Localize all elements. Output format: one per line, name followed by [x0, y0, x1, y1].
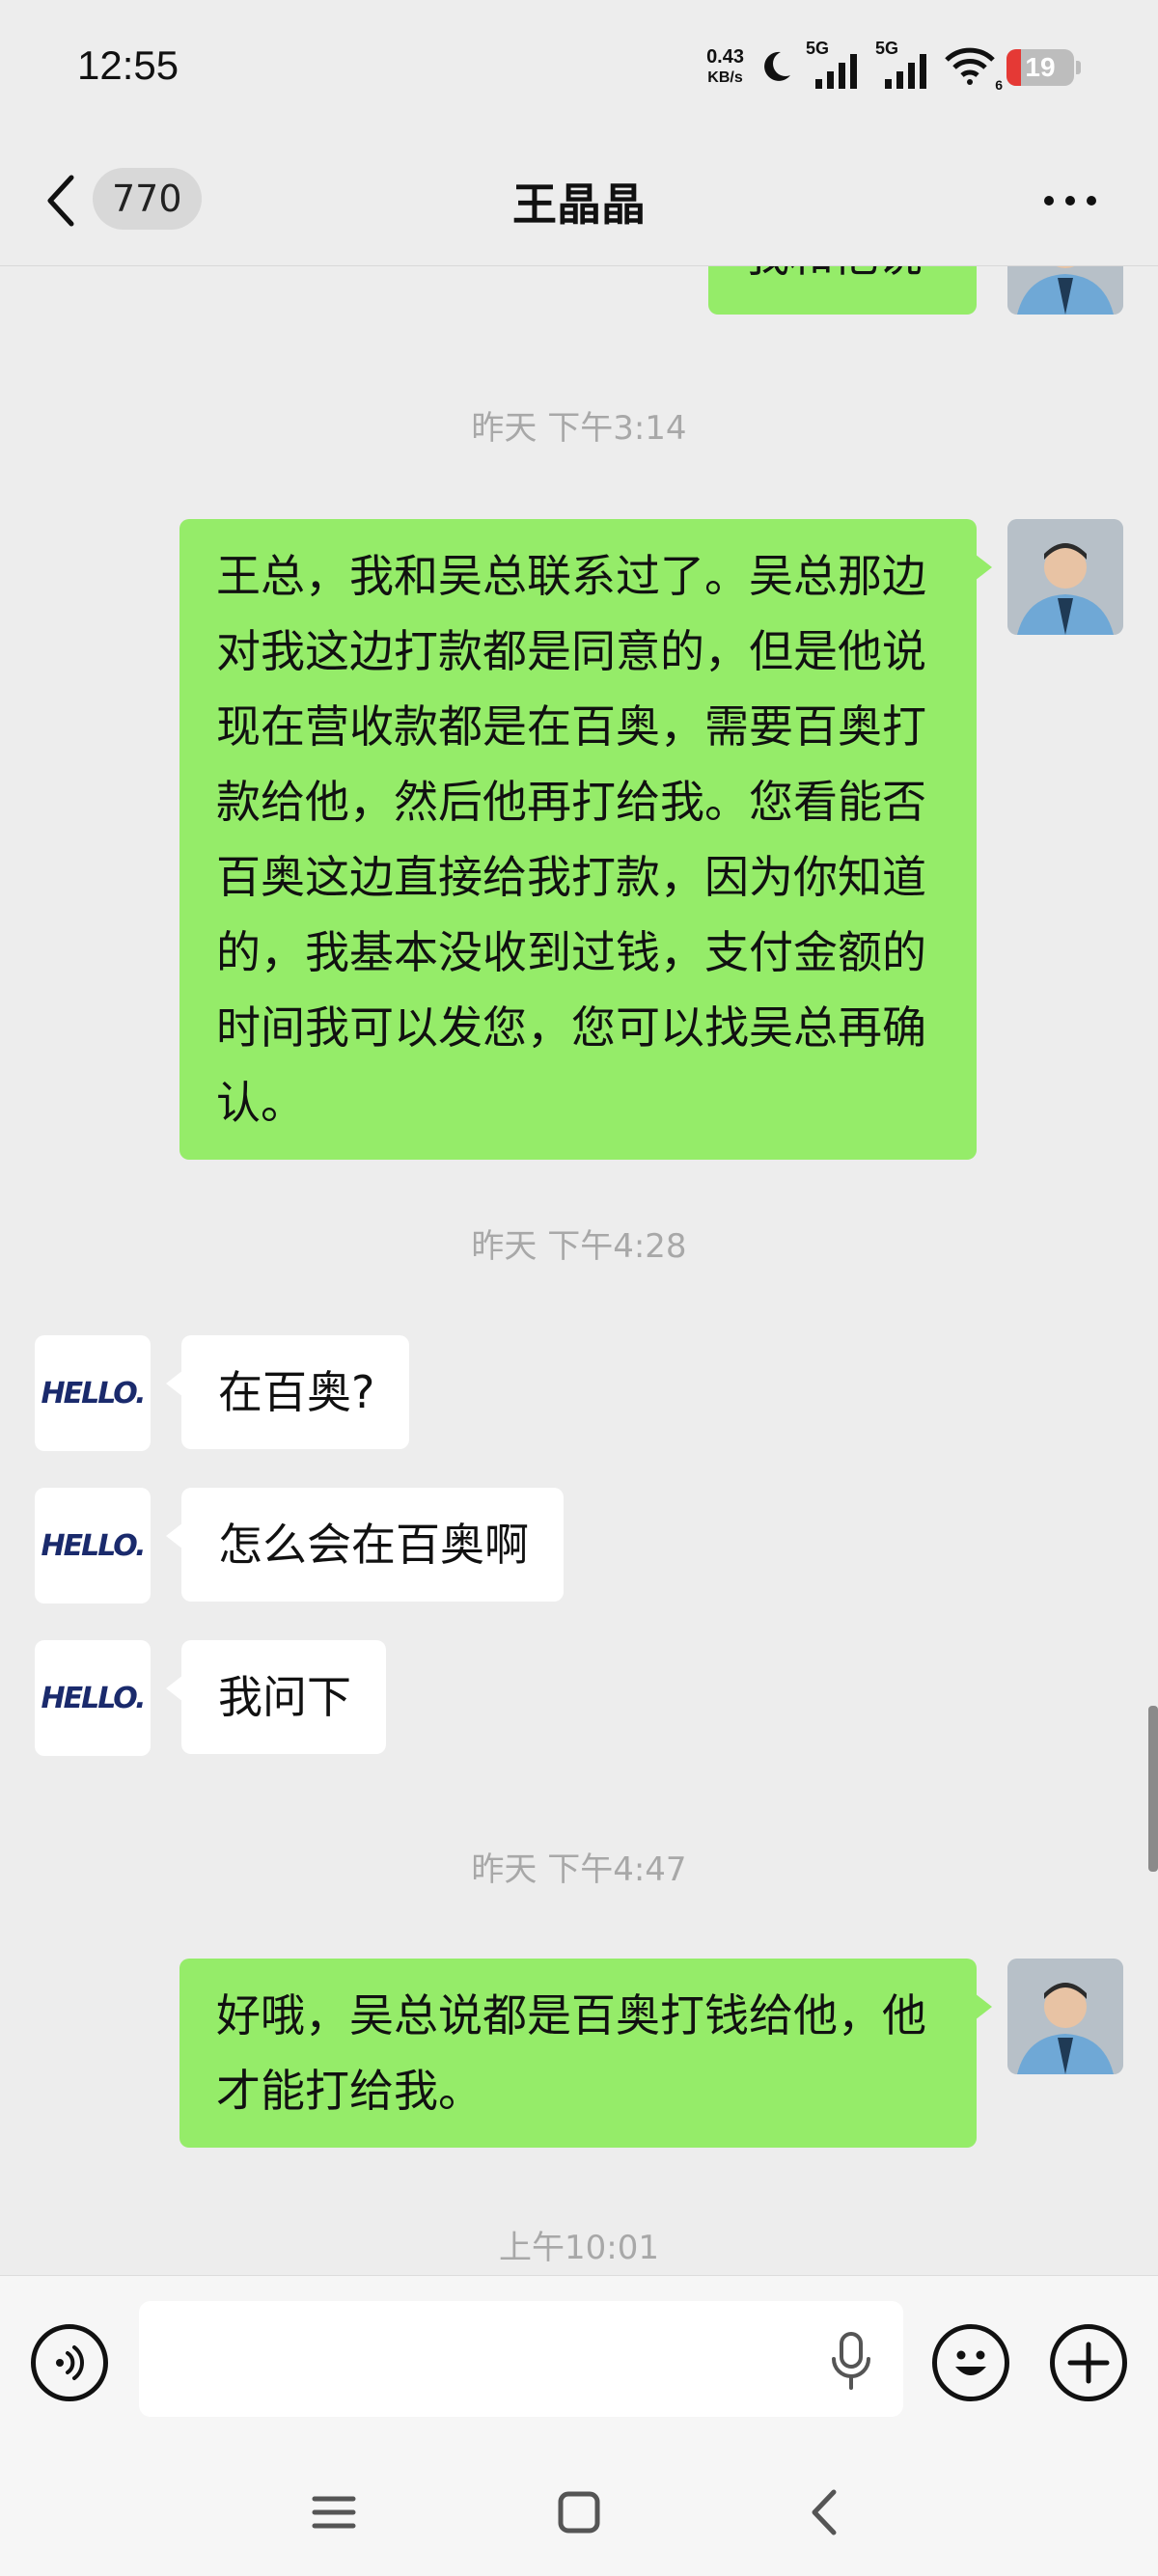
- more-dots-icon: [1065, 196, 1075, 206]
- battery-fill: [1006, 49, 1022, 86]
- timestamp: 昨天 下午3:14: [471, 409, 687, 448]
- voice-input-button[interactable]: [828, 2332, 874, 2390]
- contact-avatar-logo: HELLO.: [41, 1681, 146, 1715]
- message-text: 好哦，吴总说都是百奥打钱给他，他才能打给我。: [216, 1989, 926, 2117]
- contact-avatar-logo: HELLO.: [41, 1376, 146, 1411]
- contact-avatar[interactable]: HELLO.: [35, 1335, 151, 1451]
- message-sent[interactable]: 王总，我和吴总联系过了。吴总那边对我这边打款都是同意的，但是他说现在营收款都是在…: [179, 519, 992, 1160]
- message-received[interactable]: 在百奥?: [165, 1335, 410, 1449]
- moon-icon: [756, 46, 794, 89]
- more-button[interactable]: [1036, 181, 1104, 220]
- message-input[interactable]: [139, 2301, 903, 2417]
- microphone-icon: [832, 2332, 870, 2390]
- voice-mode-button[interactable]: [31, 2324, 108, 2401]
- more-dots-icon: [1087, 196, 1096, 206]
- contact-avatar[interactable]: HELLO.: [35, 1640, 151, 1756]
- message-sent[interactable]: 好哦，吴总说都是百奥打钱给他，他才能打给我。: [179, 1959, 992, 2148]
- message-text: 在百奥?: [218, 1366, 375, 1418]
- menu-icon: [312, 2496, 356, 2529]
- signal-2-icon: 5G: [875, 39, 933, 91]
- wifi-icon: 6: [945, 46, 1003, 93]
- message-sent-partial[interactable]: 我和他说: [708, 266, 977, 315]
- message-text: 王总，我和吴总联系过了。吴总那边对我这边打款都是同意的，但是他说现在营收款都是在…: [216, 550, 926, 1129]
- battery-level: 19: [1025, 52, 1056, 82]
- back-triangle-icon: [812, 2489, 837, 2535]
- chat-title: 王晶晶: [512, 178, 646, 231]
- plus-icon: [1067, 2342, 1110, 2384]
- timestamp: 昨天 下午4:47: [471, 1850, 687, 1889]
- message-list[interactable]: 我和他说 昨天 下午3:14 王总，我和吴总联系过了。吴总那边对我这边打款都是同…: [0, 266, 1158, 2275]
- status-time: 12:55: [77, 42, 179, 88]
- person-avatar-icon: [1007, 519, 1123, 635]
- wifi-sub-label: 6: [995, 77, 1003, 93]
- home-button[interactable]: [550, 2483, 608, 2541]
- status-bar: 12:55 0.43 KB/s 5G 5G 6 19: [0, 0, 1158, 135]
- scrollbar-thumb[interactable]: [1148, 1706, 1158, 1872]
- battery-icon: 19: [1006, 49, 1074, 86]
- contact-avatar-logo: HELLO.: [41, 1528, 146, 1563]
- network-speed: 0.43 KB/s: [706, 46, 744, 89]
- message-text: 怎么会在百奥啊: [218, 1519, 529, 1571]
- my-avatar[interactable]: [1007, 266, 1123, 315]
- home-square-icon: [558, 2491, 600, 2534]
- battery-cap: [1076, 61, 1081, 74]
- timestamp: 昨天 下午4:28: [471, 1227, 687, 1266]
- voice-mode-icon: [56, 2345, 84, 2380]
- system-navigation-bar: [0, 2449, 1158, 2576]
- person-avatar-icon: [1007, 266, 1123, 315]
- person-avatar-icon: [1007, 1959, 1123, 2074]
- message-received[interactable]: 我问下: [166, 1640, 386, 1754]
- recent-apps-button[interactable]: [305, 2483, 363, 2541]
- chat-header: 770 王晶晶: [0, 135, 1158, 266]
- contact-avatar[interactable]: HELLO.: [35, 1488, 151, 1603]
- emoji-icon: [955, 2350, 986, 2375]
- status-icons: 0.43 KB/s 5G 5G 6 19: [706, 39, 1081, 96]
- network-speed-value: 0.43: [706, 46, 744, 68]
- message-received[interactable]: 怎么会在百奥啊: [166, 1488, 564, 1602]
- message-text: 我和他说: [745, 266, 923, 282]
- emoji-button[interactable]: [932, 2324, 1009, 2401]
- input-bar: [0, 2275, 1158, 2449]
- add-button[interactable]: [1050, 2324, 1127, 2401]
- signal-1-icon: 5G: [806, 39, 864, 91]
- my-avatar[interactable]: [1007, 519, 1123, 635]
- more-dots-icon: [1044, 196, 1054, 206]
- message-text: 我问下: [218, 1671, 351, 1723]
- timestamp: 上午10:01: [499, 2229, 659, 2267]
- my-avatar[interactable]: [1007, 1959, 1123, 2074]
- network-speed-unit: KB/s: [707, 69, 743, 86]
- system-back-button[interactable]: [795, 2483, 853, 2541]
